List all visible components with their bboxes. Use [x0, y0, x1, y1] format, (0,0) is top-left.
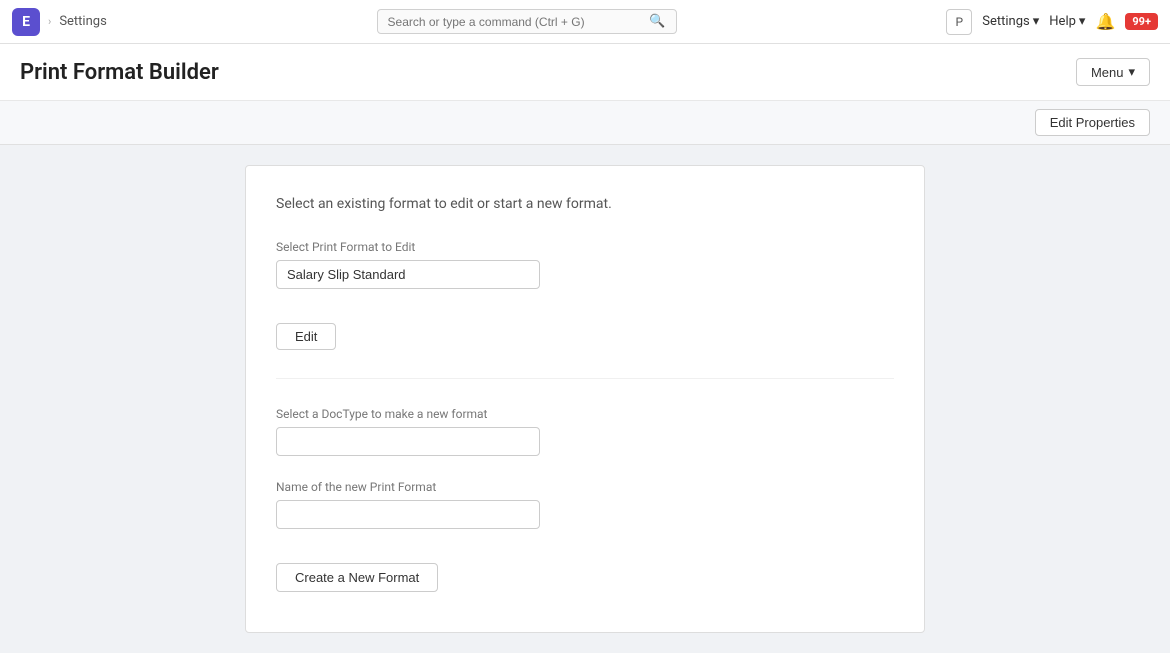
breadcrumb-chevron: ›	[48, 15, 51, 28]
help-dropdown-icon: ▾	[1079, 14, 1086, 29]
search-area: 🔍	[115, 9, 939, 34]
notification-badge[interactable]: 99+	[1125, 13, 1158, 30]
toolbar: Edit Properties	[0, 101, 1170, 145]
search-icon: 🔍	[649, 14, 665, 29]
page-title: Print Format Builder	[20, 60, 219, 85]
menu-dropdown-icon: ▾	[1128, 64, 1135, 80]
page-header: Print Format Builder Menu ▾	[0, 44, 1170, 101]
search-box[interactable]: 🔍	[377, 9, 677, 34]
select-format-label: Select Print Format to Edit	[276, 240, 894, 254]
app-logo[interactable]: E	[12, 8, 40, 36]
settings-dropdown-icon: ▾	[1033, 14, 1040, 29]
new-format-name-input[interactable]	[276, 500, 540, 529]
main-content: Select an existing format to edit or sta…	[0, 145, 1170, 653]
create-button-section: Create a New Format	[276, 553, 894, 592]
section-divider	[276, 378, 894, 379]
new-format-name-label: Name of the new Print Format	[276, 480, 894, 494]
select-doctype-section: Select a DocType to make a new format	[276, 407, 894, 456]
select-format-input[interactable]	[276, 260, 540, 289]
edit-properties-button[interactable]: Edit Properties	[1035, 109, 1150, 136]
select-doctype-input[interactable]	[276, 427, 540, 456]
edit-button-section: Edit	[276, 313, 894, 350]
top-nav: E › Settings 🔍 P Settings ▾ Help ▾ 🔔 99+	[0, 0, 1170, 44]
select-doctype-label: Select a DocType to make a new format	[276, 407, 894, 421]
new-format-name-section: Name of the new Print Format	[276, 480, 894, 529]
help-nav-button[interactable]: Help ▾	[1049, 14, 1085, 29]
settings-nav-button[interactable]: Settings ▾	[982, 14, 1039, 29]
search-input[interactable]	[388, 15, 644, 29]
avatar[interactable]: P	[946, 9, 972, 35]
nav-right: P Settings ▾ Help ▾ 🔔 99+	[946, 9, 1158, 35]
form-intro-text: Select an existing format to edit or sta…	[276, 196, 894, 212]
bell-icon[interactable]: 🔔	[1095, 12, 1115, 31]
select-format-section: Select Print Format to Edit	[276, 240, 894, 289]
create-new-format-button[interactable]: Create a New Format	[276, 563, 438, 592]
edit-button[interactable]: Edit	[276, 323, 336, 350]
breadcrumb-label: Settings	[59, 14, 106, 29]
menu-button[interactable]: Menu ▾	[1076, 58, 1150, 86]
form-card: Select an existing format to edit or sta…	[245, 165, 925, 633]
